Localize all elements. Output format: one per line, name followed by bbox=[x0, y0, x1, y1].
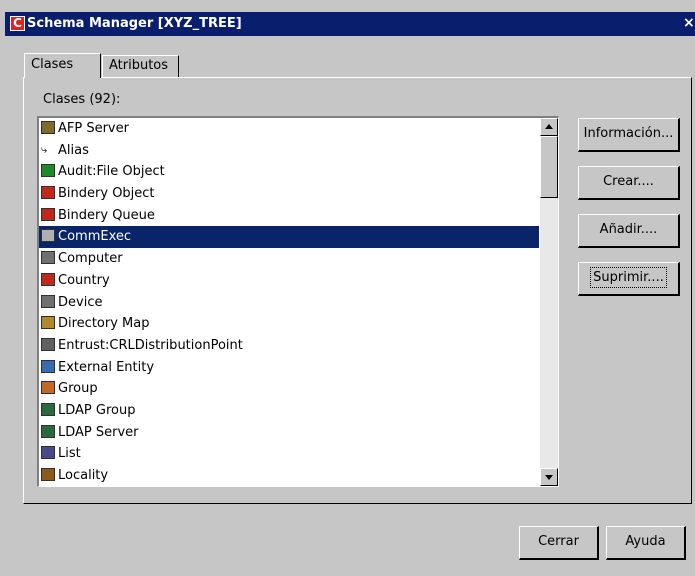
class-list-item-label: External Entity bbox=[58, 359, 155, 375]
class-list-item-label: Computer bbox=[58, 251, 123, 267]
classes-count-label: Clases (92): bbox=[43, 92, 121, 107]
create-button[interactable]: Crear.... bbox=[578, 166, 680, 200]
class-list-item-label: Locality bbox=[58, 468, 109, 483]
class-list-item-label: Bindery Object bbox=[58, 186, 155, 202]
classes-list: AFP Server ⤷ Alias Audit:File Object Bindery… bbox=[39, 118, 539, 486]
class-list-item-label: Directory Map bbox=[58, 316, 150, 332]
class-list-item[interactable]: External Entity bbox=[39, 357, 539, 379]
delete-button[interactable]: Suprimir.... bbox=[578, 262, 680, 296]
title-bar[interactable]: C Schema Manager [XYZ_TREE] × bbox=[5, 12, 695, 36]
computer-icon bbox=[41, 251, 55, 265]
class-list-item[interactable]: Entrust:CRLDistributionPoint bbox=[39, 335, 539, 357]
tab-clases[interactable]: Clases bbox=[24, 53, 101, 78]
schema-manager-window: C Schema Manager [XYZ_TREE] × Clases Atr… bbox=[0, 0, 695, 576]
class-list-item[interactable]: AFP Server bbox=[39, 118, 539, 140]
info-button[interactable]: Información... bbox=[578, 118, 680, 152]
country-flag-icon bbox=[41, 272, 55, 286]
class-list-item[interactable]: LDAP Server bbox=[39, 422, 539, 444]
scroll-up-button[interactable] bbox=[540, 118, 558, 136]
add-button[interactable]: Añadir.... bbox=[578, 214, 680, 248]
info-button-label: Información... bbox=[583, 126, 674, 141]
class-list-item-label: Device bbox=[58, 294, 103, 310]
class-list-item-label: LDAP Group bbox=[58, 402, 136, 418]
arrow-down-icon bbox=[545, 475, 553, 480]
close-icon[interactable]: × bbox=[683, 16, 695, 31]
group-icon bbox=[41, 381, 55, 395]
list-icon bbox=[41, 446, 55, 460]
entrust-crl-icon bbox=[41, 337, 55, 351]
class-list-item[interactable]: LDAP Group bbox=[39, 400, 539, 422]
class-list-item-label: Country bbox=[58, 272, 110, 288]
class-list-item-label: Audit:File Object bbox=[58, 164, 165, 180]
arrow-up-icon bbox=[545, 124, 553, 129]
class-list-item[interactable]: Audit:File Object bbox=[39, 161, 539, 183]
class-list-item-label: List bbox=[58, 446, 81, 462]
app-icon: C bbox=[10, 16, 25, 31]
class-list-item[interactable]: Computer bbox=[39, 248, 539, 270]
scrollbar-thumb[interactable] bbox=[540, 136, 558, 198]
class-list-item-label: Bindery Queue bbox=[58, 207, 155, 223]
ldap-group-icon bbox=[41, 402, 55, 416]
class-list-item-label: LDAP Server bbox=[58, 424, 139, 440]
scroll-down-button[interactable] bbox=[540, 468, 558, 486]
ldap-server-icon bbox=[41, 424, 55, 438]
classes-listbox[interactable]: AFP Server ⤷ Alias Audit:File Object Bindery… bbox=[37, 116, 559, 487]
help-button[interactable]: Ayuda bbox=[606, 526, 686, 560]
device-icon bbox=[41, 294, 55, 308]
class-list-item-label: AFP Server bbox=[58, 121, 129, 136]
help-button-label: Ayuda bbox=[625, 534, 666, 549]
alias-arrow-icon: ⤷ bbox=[41, 142, 48, 156]
delete-button-label: Suprimir.... bbox=[590, 267, 667, 288]
vertical-scrollbar[interactable] bbox=[540, 118, 558, 486]
locality-icon bbox=[41, 468, 55, 481]
directory-map-icon bbox=[41, 316, 55, 330]
add-button-label: Añadir.... bbox=[599, 222, 658, 237]
class-list-item[interactable]: List bbox=[39, 443, 539, 465]
window-title: Schema Manager [XYZ_TREE] bbox=[27, 16, 242, 31]
class-list-item-label: CommExec bbox=[58, 229, 132, 245]
class-list-item[interactable]: CommExec bbox=[39, 226, 539, 249]
audit-file-icon bbox=[41, 164, 55, 178]
class-list-item-label: Alias bbox=[58, 142, 89, 158]
class-list-item[interactable]: ⤷ Alias bbox=[39, 140, 539, 162]
tab-atributos[interactable]: Atributos bbox=[102, 55, 179, 77]
class-list-item[interactable]: Bindery Object bbox=[39, 183, 539, 205]
afp-server-icon bbox=[41, 121, 55, 134]
class-list-item[interactable]: Bindery Queue bbox=[39, 205, 539, 227]
class-list-item-label: Group bbox=[58, 381, 98, 397]
bindery-queue-icon bbox=[41, 207, 55, 221]
class-list-item[interactable]: Locality bbox=[39, 465, 539, 486]
commexec-icon bbox=[41, 229, 55, 243]
create-button-label: Crear.... bbox=[603, 174, 654, 189]
close-button-label: Cerrar bbox=[538, 534, 579, 549]
close-button[interactable]: Cerrar bbox=[519, 526, 599, 560]
class-list-item[interactable]: Directory Map bbox=[39, 313, 539, 335]
class-list-item-label: Entrust:CRLDistributionPoint bbox=[58, 337, 243, 353]
bindery-object-icon bbox=[41, 186, 55, 200]
class-list-item[interactable]: Device bbox=[39, 292, 539, 314]
class-list-item[interactable]: Group bbox=[39, 378, 539, 400]
external-entity-icon bbox=[41, 359, 55, 373]
class-list-item[interactable]: Country bbox=[39, 270, 539, 292]
